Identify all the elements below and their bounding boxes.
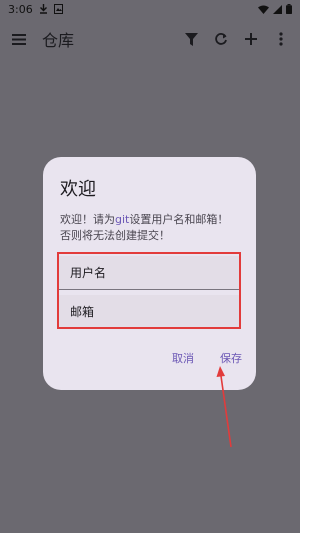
status-time: 3:06	[8, 2, 33, 16]
menu-icon[interactable]	[10, 30, 28, 48]
status-right	[258, 4, 292, 14]
dialog-message-link: git	[115, 213, 130, 226]
status-left: 3:06	[8, 3, 63, 16]
wifi-icon	[258, 5, 269, 14]
highlight-box	[57, 252, 241, 329]
app-title: 仓库	[42, 31, 75, 50]
status-bar: 3:06	[0, 0, 300, 18]
filter-icon[interactable]	[182, 30, 200, 48]
dialog-actions: 取消 保存	[172, 350, 242, 366]
signal-icon	[273, 4, 282, 14]
welcome-dialog: 欢迎 欢迎！请为git设置用户名和邮箱！否则将无法创建提交！ 用户名 邮箱 取消…	[43, 157, 256, 390]
dialog-message-prefix: 欢迎！请为	[60, 213, 115, 226]
save-button[interactable]: 保存	[220, 350, 242, 366]
app-actions	[182, 30, 290, 48]
dialog-message: 欢迎！请为git设置用户名和邮箱！否则将无法创建提交！	[60, 212, 239, 244]
dialog-title: 欢迎	[60, 179, 96, 200]
app-bar: 仓库	[0, 18, 300, 60]
refresh-icon[interactable]	[212, 30, 230, 48]
download-icon	[39, 4, 48, 14]
more-vert-icon[interactable]	[272, 30, 290, 48]
add-icon[interactable]	[242, 30, 260, 48]
battery-icon	[286, 4, 292, 14]
cancel-button[interactable]: 取消	[172, 350, 194, 366]
notification-icon	[53, 4, 63, 14]
